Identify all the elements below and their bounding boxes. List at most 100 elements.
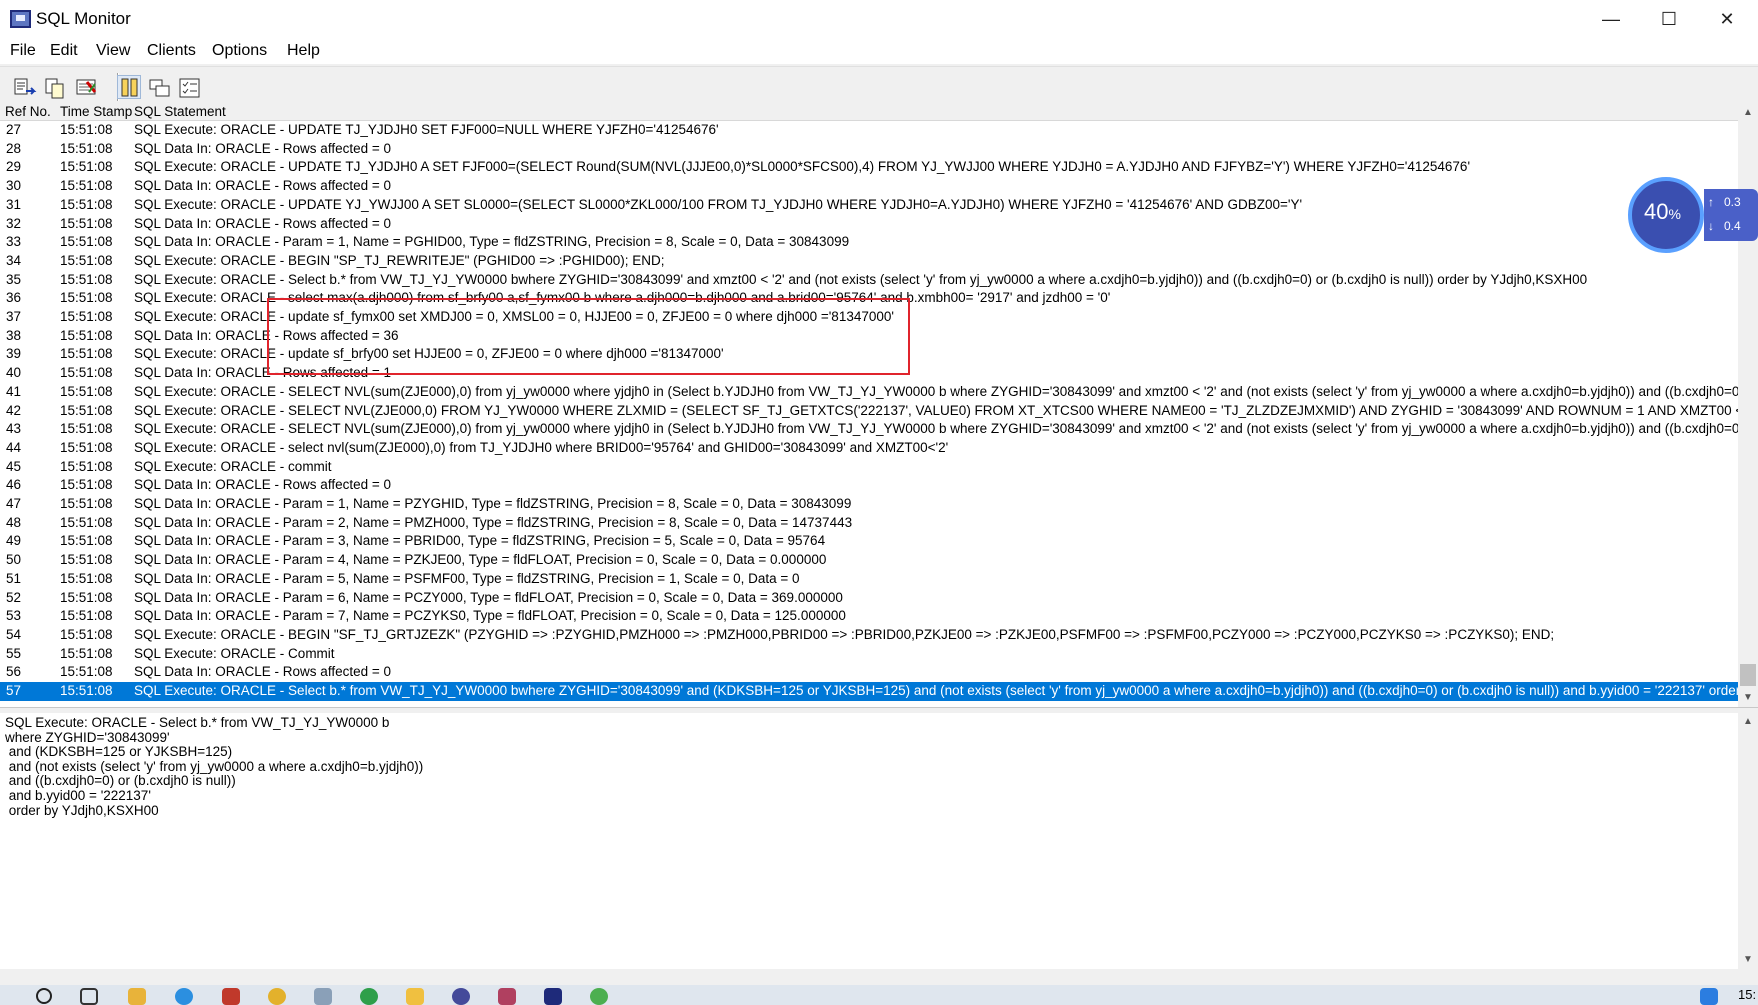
log-cell-time: 15:51:08 bbox=[60, 234, 113, 250]
log-cell-time: 15:51:08 bbox=[60, 140, 113, 156]
log-row[interactable]: 33 15:51:08 SQL Data In: ORACLE - Param = … bbox=[0, 233, 1738, 252]
log-row[interactable]: 43 15:51:08 SQL Execute: ORACLE - SELECT N… bbox=[0, 420, 1738, 439]
log-row[interactable]: 44 15:51:08 SQL Execute: ORACLE - select n… bbox=[0, 439, 1738, 458]
scroll-thumb[interactable] bbox=[1740, 664, 1756, 686]
detail-line: where ZYGHID='30843099' bbox=[5, 729, 170, 745]
log-cell-time: 15:51:08 bbox=[60, 664, 113, 680]
log-cell-ref: 47 bbox=[6, 496, 22, 511]
log-row[interactable]: 55 15:51:08 SQL Execute: ORACLE - Commit bbox=[0, 645, 1738, 664]
upload-speed: 0.3 bbox=[1724, 195, 1741, 209]
search-icon[interactable] bbox=[36, 988, 52, 1004]
copy-icon[interactable] bbox=[42, 75, 66, 99]
close-button[interactable]: ✕ bbox=[1698, 0, 1756, 38]
log-row[interactable]: 49 15:51:08 SQL Data In: ORACLE - Param = … bbox=[0, 532, 1738, 551]
detail-scrollbar[interactable]: ▲ ▼ bbox=[1738, 713, 1758, 969]
scroll-up-icon[interactable]: ▲ bbox=[1738, 104, 1758, 122]
detail-scroll-down-icon[interactable]: ▼ bbox=[1738, 951, 1758, 969]
menu-help[interactable]: Help bbox=[287, 42, 320, 60]
log-cell-ref: 35 bbox=[6, 271, 22, 287]
log-row[interactable]: 31 15:51:08 SQL Execute: ORACLE - UPDATE Y… bbox=[0, 196, 1738, 215]
sql-log-list[interactable]: 27 15:51:08 SQL Execute: ORACLE - UPDATE T… bbox=[0, 121, 1738, 707]
file-explorer-icon[interactable] bbox=[128, 988, 146, 1005]
log-row[interactable]: 51 15:51:08 SQL Data In: ORACLE - Param = … bbox=[0, 570, 1738, 589]
log-row[interactable]: 27 15:51:08 SQL Execute: ORACLE - UPDATE T… bbox=[0, 121, 1738, 140]
log-cell-stmt: SQL Execute: ORACLE - SELECT NVL(sum(ZJE… bbox=[134, 421, 1738, 437]
log-row[interactable]: 57 15:51:08 SQL Execute: ORACLE - Select b… bbox=[0, 682, 1738, 701]
task-view-icon[interactable] bbox=[80, 988, 98, 1005]
log-cell-ref: 39 bbox=[6, 346, 22, 362]
log-cell-ref: 32 bbox=[6, 215, 22, 231]
app-icon-3[interactable] bbox=[314, 988, 332, 1005]
detail-line: SQL Execute: ORACLE - Select b.* from VW… bbox=[5, 715, 390, 730]
log-row[interactable]: 47 15:51:08 SQL Data In: ORACLE - Param = … bbox=[0, 495, 1738, 514]
upload-arrow-icon: ↑ bbox=[1708, 195, 1714, 209]
log-row[interactable]: 41 15:51:08 SQL Execute: ORACLE - SELECT N… bbox=[0, 383, 1738, 402]
title-bar[interactable]: SQL Monitor — ☐ ✕ bbox=[0, 0, 1758, 38]
log-cell-ref: 27 bbox=[6, 122, 22, 137]
log-cell-stmt: SQL Execute: ORACLE - BEGIN "SF_TJ_GRTJZ… bbox=[134, 626, 1555, 642]
app-icon-7[interactable] bbox=[498, 988, 516, 1005]
menu-view[interactable]: View bbox=[96, 42, 130, 60]
maximize-button[interactable]: ☐ bbox=[1640, 0, 1698, 38]
log-cell-time: 15:51:08 bbox=[60, 159, 113, 175]
log-cell-ref: 48 bbox=[6, 514, 22, 530]
log-row[interactable]: 52 15:51:08 SQL Data In: ORACLE - Param = … bbox=[0, 589, 1738, 608]
log-row[interactable]: 54 15:51:08 SQL Execute: ORACLE - BEGIN "S… bbox=[0, 626, 1738, 645]
menu-edit[interactable]: Edit bbox=[50, 42, 78, 60]
log-row[interactable]: 35 15:51:08 SQL Execute: ORACLE - Select b… bbox=[0, 271, 1738, 290]
app-icon-1[interactable] bbox=[222, 988, 240, 1005]
minimize-button[interactable]: — bbox=[1582, 0, 1640, 38]
app-icon-6[interactable] bbox=[452, 988, 470, 1005]
log-row[interactable]: 28 15:51:08 SQL Data In: ORACLE - Rows aff… bbox=[0, 140, 1738, 159]
app-icon-2[interactable] bbox=[268, 988, 286, 1005]
menu-clients[interactable]: Clients bbox=[147, 42, 196, 60]
clear-log-icon[interactable] bbox=[74, 75, 98, 99]
tray-app-icon[interactable] bbox=[1700, 988, 1718, 1005]
log-row[interactable]: 30 15:51:08 SQL Data In: ORACLE - Rows aff… bbox=[0, 177, 1738, 196]
col-sql-statement[interactable]: SQL Statement bbox=[134, 104, 226, 119]
download-arrow-icon: ↓ bbox=[1708, 219, 1714, 233]
edge-browser-icon[interactable] bbox=[175, 988, 193, 1005]
taskbar: 15: bbox=[0, 985, 1758, 1005]
log-row[interactable]: 46 15:51:08 SQL Data In: ORACLE - Rows aff… bbox=[0, 476, 1738, 495]
log-cell-stmt: SQL Execute: ORACLE - commit bbox=[134, 458, 332, 474]
network-speed-widget[interactable]: ↑ 0.3 ↓ 0.4 40% bbox=[1626, 175, 1758, 255]
log-cell-ref: 44 bbox=[6, 439, 22, 455]
menu-options[interactable]: Options bbox=[212, 42, 267, 60]
log-row[interactable]: 29 15:51:08 SQL Execute: ORACLE - UPDATE T… bbox=[0, 158, 1738, 177]
log-cell-ref: 49 bbox=[6, 533, 22, 549]
log-cell-ref: 53 bbox=[6, 608, 22, 624]
split-horizontal-icon[interactable] bbox=[147, 75, 171, 99]
log-cell-ref: 42 bbox=[6, 402, 22, 418]
log-row[interactable]: 45 15:51:08 SQL Execute: ORACLE - commit bbox=[0, 458, 1738, 477]
app-icon-8[interactable] bbox=[590, 988, 608, 1005]
col-ref-no[interactable]: Ref No. bbox=[5, 104, 51, 119]
detail-scroll-up-icon[interactable]: ▲ bbox=[1738, 713, 1758, 731]
log-row[interactable]: 56 15:51:08 SQL Data In: ORACLE - Rows aff… bbox=[0, 663, 1738, 682]
log-cell-stmt: SQL Execute: ORACLE - Select b.* from VW… bbox=[134, 683, 1738, 698]
log-row[interactable]: 48 15:51:08 SQL Data In: ORACLE - Param = … bbox=[0, 514, 1738, 533]
app-icon-4[interactable] bbox=[360, 988, 378, 1005]
col-time-stamp[interactable]: Time Stamp bbox=[60, 104, 132, 119]
export-log-icon[interactable] bbox=[12, 75, 37, 99]
log-cell-ref: 37 bbox=[6, 309, 22, 324]
log-cell-time: 15:51:08 bbox=[60, 365, 113, 381]
log-cell-stmt: SQL Execute: ORACLE - SELECT NVL(ZJE000,… bbox=[134, 402, 1738, 418]
sql-detail-pane[interactable]: SQL Execute: ORACLE - Select b.* from VW… bbox=[0, 713, 1738, 969]
split-vertical-icon[interactable] bbox=[117, 75, 141, 99]
log-cell-ref: 33 bbox=[6, 234, 22, 250]
menu-file[interactable]: File bbox=[10, 42, 36, 60]
log-row[interactable]: 34 15:51:08 SQL Execute: ORACLE - BEGIN "S… bbox=[0, 252, 1738, 271]
log-row[interactable]: 50 15:51:08 SQL Data In: ORACLE - Param = … bbox=[0, 551, 1738, 570]
scroll-down-icon[interactable]: ▼ bbox=[1738, 689, 1758, 707]
log-row[interactable]: 42 15:51:08 SQL Execute: ORACLE - SELECT N… bbox=[0, 402, 1738, 421]
trace-options-icon[interactable] bbox=[177, 75, 201, 99]
log-cell-stmt: SQL Execute: ORACLE - UPDATE TJ_YJDJH0 A… bbox=[134, 159, 1471, 175]
log-row[interactable]: 53 15:51:08 SQL Data In: ORACLE - Param = … bbox=[0, 607, 1738, 626]
sql-monitor-taskbar-icon[interactable] bbox=[544, 988, 562, 1005]
log-cell-stmt: SQL Execute: ORACLE - BEGIN "SP_TJ_REWRI… bbox=[134, 252, 665, 268]
clock[interactable]: 15: bbox=[1738, 987, 1756, 1002]
app-icon-5[interactable] bbox=[406, 988, 424, 1005]
log-row[interactable]: 32 15:51:08 SQL Data In: ORACLE - Rows aff… bbox=[0, 215, 1738, 234]
detail-line: order by YJdjh0,KSXH00 bbox=[5, 802, 159, 818]
